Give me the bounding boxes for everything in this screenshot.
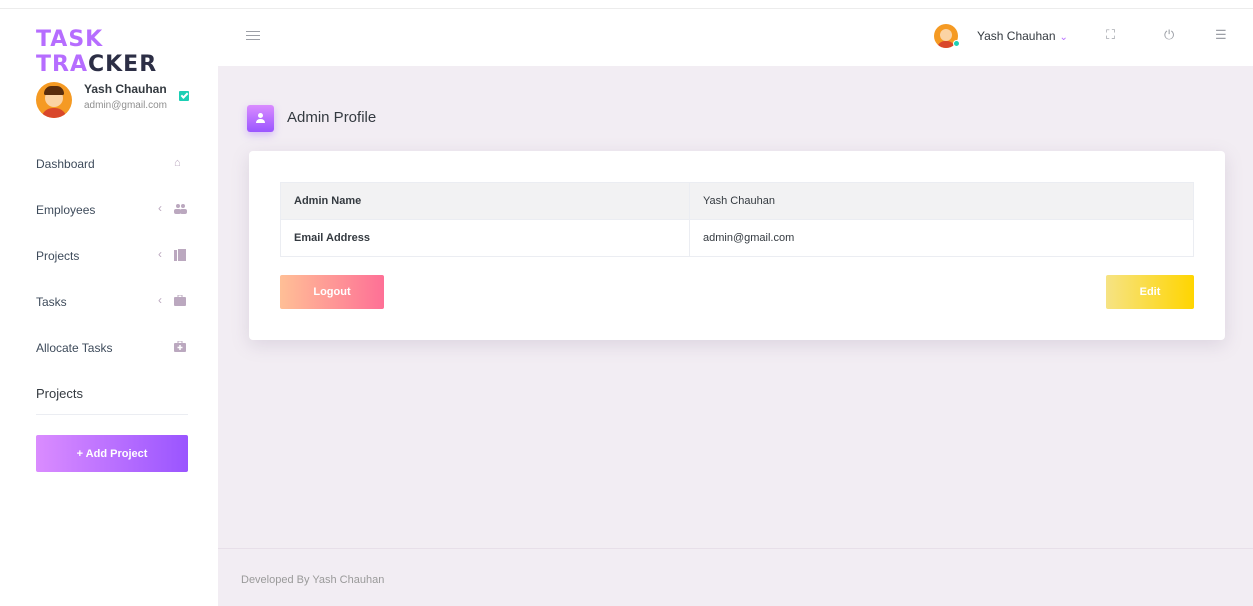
profile-card: Admin Name Yash Chauhan Email Address ad… [249, 151, 1225, 340]
sidebar-item-employees[interactable]: Employees ‹ [0, 188, 218, 234]
avatar [36, 82, 72, 118]
power-icon[interactable]: ⏻ [1164, 27, 1174, 43]
verified-badge-icon [179, 91, 189, 101]
sidebar-item-label: Employees [36, 203, 96, 217]
sidebar-item-label: Projects [36, 249, 80, 263]
top-navbar: Yash Chauhan ⌄ ⛶ ⏻ ☰ [218, 10, 1253, 66]
folder-icon [174, 249, 186, 261]
user-icon [247, 105, 274, 132]
users-icon [174, 203, 187, 215]
table-cell-value: Yash Chauhan [689, 182, 1194, 220]
profile-email: admin@gmail.com [84, 100, 167, 111]
chevron-left-icon: ‹ [158, 201, 162, 215]
online-status-icon [953, 40, 960, 47]
navbar-user-dropdown[interactable]: Yash Chauhan ⌄ [977, 29, 1068, 43]
sidebar: TASK TRACKER Yash Chauhan admin@gmail.co… [0, 10, 218, 606]
table-cell-key: Admin Name [280, 182, 690, 220]
table-cell-value: admin@gmail.com [689, 219, 1194, 257]
table-row: Admin Name Yash Chauhan [280, 182, 1194, 220]
sidebar-nav: Dashboard ⌂ Employees ‹ Projects ‹ Tasks… [0, 142, 218, 372]
list-icon[interactable]: ☰ [1215, 27, 1227, 43]
sidebar-item-allocate-tasks[interactable]: Allocate Tasks [0, 326, 218, 372]
navbar-user-name: Yash Chauhan [977, 29, 1056, 43]
sidebar-profile[interactable]: Yash Chauhan admin@gmail.com [36, 80, 196, 120]
menu-toggle-icon[interactable] [246, 31, 260, 41]
sidebar-item-projects[interactable]: Projects ‹ [0, 234, 218, 280]
footer-text: Developed By Yash Chauhan [241, 574, 385, 586]
chevron-left-icon: ‹ [158, 293, 162, 307]
sidebar-item-label: Tasks [36, 295, 67, 309]
briefcase-icon [174, 294, 186, 307]
sidebar-item-label: Dashboard [36, 157, 95, 171]
home-icon: ⌂ [174, 157, 181, 169]
profile-name: Yash Chauhan [84, 82, 167, 96]
footer: Developed By Yash Chauhan [218, 548, 1253, 606]
sidebar-item-dashboard[interactable]: Dashboard ⌂ [0, 142, 218, 188]
chevron-left-icon: ‹ [158, 247, 162, 261]
profile-table: Admin Name Yash Chauhan Email Address ad… [280, 182, 1194, 257]
fullscreen-icon[interactable]: ⛶ [1106, 27, 1115, 43]
edit-button[interactable]: Edit [1106, 275, 1194, 309]
table-cell-key: Email Address [280, 219, 690, 257]
page-title: Admin Profile [287, 109, 377, 126]
chevron-down-icon: ⌄ [1059, 32, 1068, 43]
main-content: Admin Profile Admin Name Yash Chauhan Em… [218, 66, 1253, 548]
top-border [0, 0, 1253, 9]
sidebar-item-label: Allocate Tasks [36, 341, 113, 355]
projects-section-title: Projects [36, 386, 83, 401]
brand-logo[interactable]: TASK TRACKER [36, 27, 218, 77]
section-divider [36, 414, 188, 415]
briefcase-plus-icon [174, 340, 186, 353]
logout-button[interactable]: Logout [280, 275, 384, 309]
brand-text-part2: CKER [87, 52, 158, 77]
table-row: Email Address admin@gmail.com [280, 219, 1194, 257]
sidebar-item-tasks[interactable]: Tasks ‹ [0, 280, 218, 326]
add-project-button[interactable]: + Add Project [36, 435, 188, 472]
